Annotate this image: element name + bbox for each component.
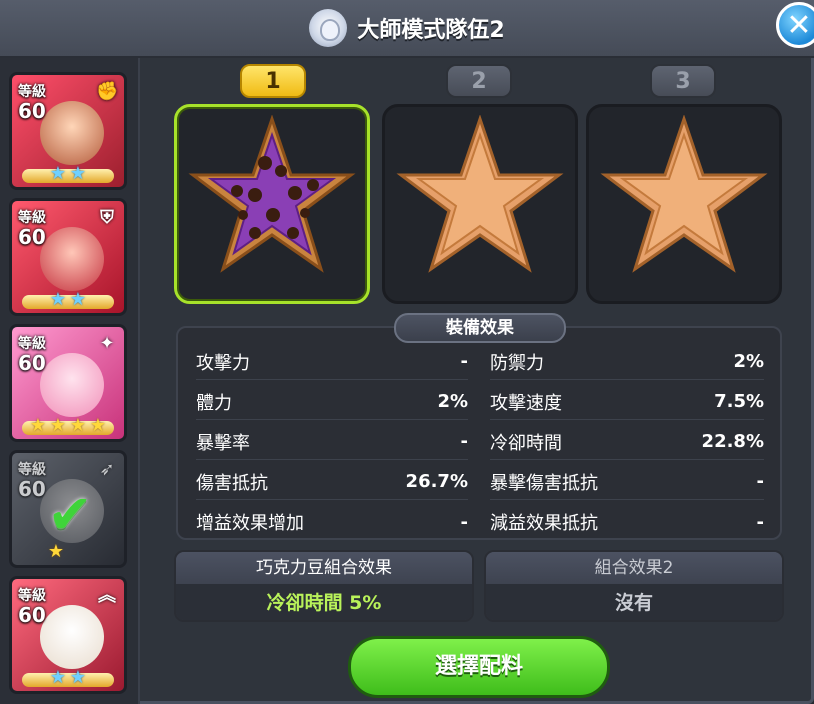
stat-row: 傷害抵抗 26.7% — [196, 464, 468, 500]
chocolate-topping-star — [188, 115, 356, 273]
close-icon: ✕ — [786, 7, 812, 43]
stat-row: 增益效果增加 - — [196, 504, 468, 540]
effects-header: 裝備效果 — [394, 313, 566, 343]
stat-value: - — [460, 351, 468, 372]
slot-tab-3[interactable]: 3 — [650, 64, 716, 98]
level-label: 等級 — [18, 84, 46, 100]
star-icon: ★ — [69, 289, 87, 310]
star-icon: ★ — [89, 415, 107, 436]
stat-row: 體力 2% — [196, 384, 468, 420]
stat-row: 減益效果抵抗 - — [490, 504, 764, 540]
chocolate-chip-combo-box: 巧克力豆組合效果 冷卻時間 5% — [174, 550, 474, 622]
close-button[interactable]: ✕ — [776, 2, 814, 48]
star-rating: ★ ★ — [12, 667, 124, 689]
slot-tab-2[interactable]: 2 — [446, 64, 512, 98]
select-topping-button[interactable]: 選擇配料 — [348, 636, 610, 698]
title-bar: 大師模式隊伍2 ✕ — [0, 0, 814, 58]
combo-effect-2-box: 組合效果2 沒有 — [484, 550, 784, 622]
combo-title: 巧克力豆組合效果 — [176, 552, 472, 584]
level-value: 60 — [18, 99, 46, 123]
stat-label: 冷卻時間 — [490, 432, 562, 454]
level-value: 60 — [18, 351, 46, 375]
character-card-4[interactable]: 等級 60 ➶ ✔ ★ — [9, 450, 127, 568]
topping-slot-3[interactable] — [586, 104, 782, 304]
stat-value: 22.8% — [701, 431, 764, 452]
star-icon: ★ — [49, 667, 67, 688]
topping-slot-2[interactable] — [382, 104, 578, 304]
bow-icon: ➶ — [99, 459, 115, 480]
character-card-1[interactable]: 等級 60 ✊ ★ ★ — [9, 72, 127, 190]
cookie-head-icon — [309, 9, 348, 47]
stat-row: 攻擊力 - — [196, 344, 468, 380]
stat-value: 2% — [733, 351, 764, 372]
character-card-5[interactable]: 等級 60 ︽ ★ ★ — [9, 576, 127, 694]
combo-title: 組合效果2 — [486, 552, 782, 584]
star-icon: ★ — [47, 541, 65, 562]
star-rating: ★ ★ — [12, 163, 124, 185]
empty-slot-star — [396, 115, 564, 273]
empty-slot-star — [600, 115, 768, 273]
topping-slot-1[interactable] — [174, 104, 370, 304]
star-rating: ★ — [12, 541, 124, 563]
level-label: 等級 — [18, 588, 46, 604]
character-card-2[interactable]: 等級 60 ⛨ ★ ★ — [9, 198, 127, 316]
level-label: 等級 — [18, 210, 46, 226]
checkmark-icon: ✔ — [47, 483, 93, 546]
fist-icon: ✊ — [96, 81, 119, 102]
shield-icon: ⛨ — [100, 207, 114, 228]
level-label: 等級 — [18, 462, 46, 478]
stat-label: 體力 — [196, 392, 232, 414]
stat-label: 攻擊力 — [196, 352, 250, 374]
stat-label: 減益效果抵抗 — [490, 513, 598, 534]
stat-row: 防禦力 2% — [490, 344, 764, 380]
stat-value: 2% — [437, 391, 468, 412]
stat-value: 7.5% — [714, 391, 764, 412]
star-rating: ★ ★ ★ ★ — [12, 415, 124, 437]
level-label: 等級 — [18, 336, 46, 352]
star-icon: ★ — [69, 667, 87, 688]
stat-value: 26.7% — [405, 471, 468, 492]
stat-row: 攻擊速度 7.5% — [490, 384, 764, 420]
star-icon: ★ — [69, 415, 87, 436]
star-icon: ★ — [69, 163, 87, 184]
stat-value: - — [460, 511, 468, 533]
character-face — [40, 605, 104, 669]
stat-label: 增益效果增加 — [196, 513, 304, 534]
stat-value: - — [756, 471, 764, 492]
star-icon: ★ — [49, 163, 67, 184]
stat-row: 冷卻時間 22.8% — [490, 424, 764, 460]
page-title: 大師模式隊伍2 — [357, 18, 505, 43]
stat-label: 暴擊傷害抵抗 — [490, 472, 598, 494]
double-chevron-up-icon: ︽ — [98, 585, 116, 606]
combo-value: 沒有 — [486, 584, 782, 620]
star-rating: ★ ★ — [12, 289, 124, 311]
stat-label: 暴擊率 — [196, 432, 250, 454]
star-icon: ★ — [29, 415, 47, 436]
stat-value: - — [460, 431, 468, 452]
stat-value: - — [756, 511, 764, 533]
character-face — [40, 227, 104, 291]
star-icon: ★ — [49, 289, 67, 310]
character-card-3[interactable]: 等級 60 ✦ ★ ★ ★ ★ — [9, 324, 127, 442]
magic-wand-icon: ✦ — [99, 333, 115, 354]
stat-label: 防禦力 — [490, 352, 544, 374]
stat-row: 暴擊傷害抵抗 - — [490, 464, 764, 500]
level-value: 60 — [18, 225, 46, 249]
stat-row: 暴擊率 - — [196, 424, 468, 460]
slot-tab-1[interactable]: 1 — [240, 64, 306, 98]
character-face — [40, 101, 104, 165]
stat-label: 傷害抵抗 — [196, 472, 268, 494]
level-value: 60 — [18, 603, 46, 627]
combo-value: 冷卻時間 5% — [176, 584, 472, 620]
character-list: 等級 60 ✊ ★ ★ 等級 60 ⛨ ★ ★ 等級 60 ✦ ★ ★ ★ ★ — [0, 58, 140, 704]
stat-label: 攻擊速度 — [490, 392, 562, 414]
character-face — [40, 353, 104, 417]
star-icon: ★ — [49, 415, 67, 436]
